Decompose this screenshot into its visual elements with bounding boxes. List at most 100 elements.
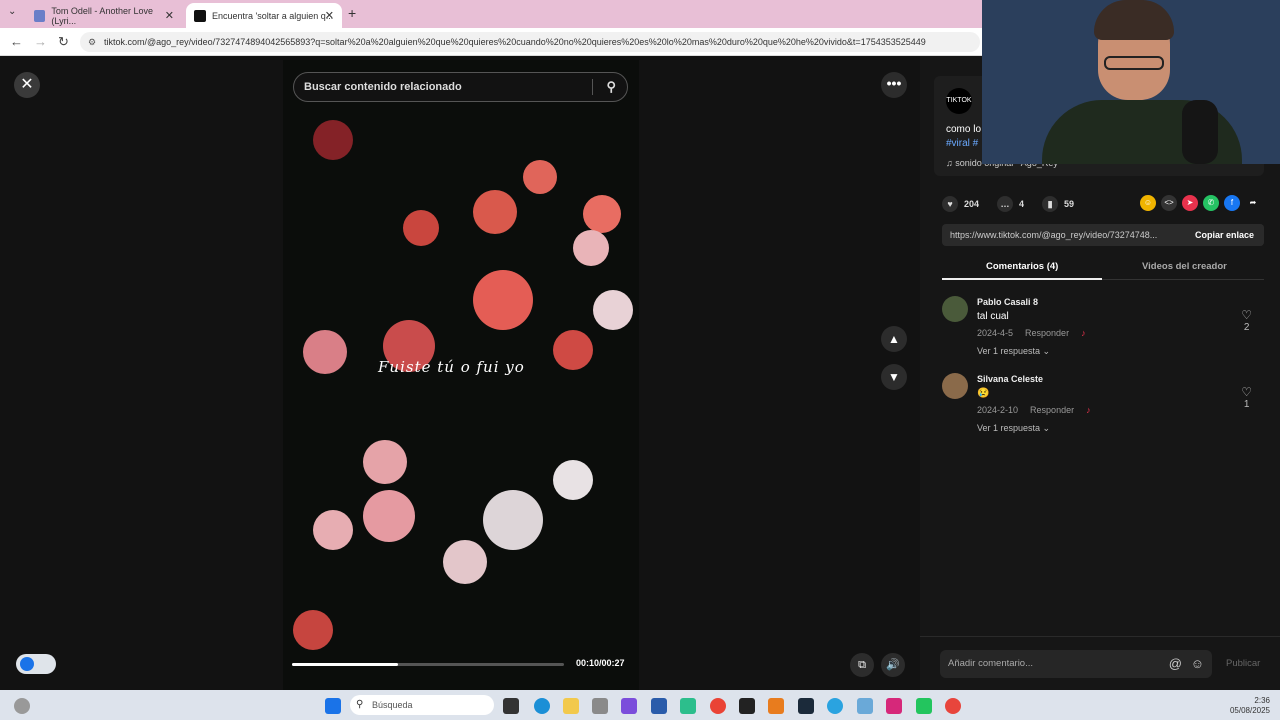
tiktok-favicon-icon — [194, 9, 206, 22]
publish-button[interactable]: Publicar — [1226, 658, 1260, 669]
comment-count: 4 — [1019, 199, 1025, 209]
comment-text: tal cual — [977, 311, 1009, 322]
url-field[interactable]: ⚙ tiktok.com/@ago_rey/video/732747489404… — [80, 32, 980, 52]
telegram-icon[interactable] — [827, 698, 843, 714]
reply-button[interactable]: Responder — [1025, 328, 1069, 338]
embed-icon[interactable]: <> — [1161, 195, 1177, 211]
windows-start-icon[interactable] — [325, 698, 341, 714]
file-explorer-icon[interactable] — [563, 698, 579, 714]
flower-decoration — [553, 460, 593, 500]
chevron-up-icon[interactable]: ▲ — [881, 326, 907, 352]
more-options-icon[interactable]: ••• — [881, 72, 907, 98]
comment-like-count: 1 — [1243, 399, 1250, 410]
send-icon[interactable]: ➤ — [1182, 195, 1198, 211]
tab-close-icon[interactable]: ✕ — [165, 9, 174, 22]
friends-share-icon[interactable]: ☺ — [1140, 195, 1156, 211]
share-link-field[interactable]: https://www.tiktok.com/@ago_rey/video/73… — [942, 224, 1264, 246]
tab-close-icon[interactable]: ✕ — [325, 9, 334, 22]
share-buttons: ☺ <> ➤ ✆ f ➦ — [1140, 195, 1261, 211]
divider — [592, 79, 593, 95]
comment-like-button[interactable]: ♡ 2 — [1241, 308, 1252, 333]
app-icon[interactable] — [916, 698, 932, 714]
search-icon[interactable]: ⚲ — [606, 73, 616, 101]
search-icon: ⚲ — [356, 699, 364, 710]
app-icon[interactable] — [739, 698, 755, 714]
mention-icon[interactable]: @ — [1169, 650, 1182, 678]
avatar[interactable] — [942, 296, 968, 322]
flower-decoration — [473, 270, 533, 330]
flower-decoration — [303, 330, 347, 374]
save-count: 59 — [1064, 199, 1075, 209]
facebook-icon[interactable]: f — [1224, 195, 1240, 211]
webcam-overlay — [982, 0, 1280, 164]
comment-composer: Añadir comentario... @ ☺ Publicar — [920, 636, 1280, 690]
video-stage: ✕ Buscar contenido relacionado ⚲ ••• Fui… — [0, 56, 920, 690]
copy-link-button[interactable]: Copiar enlace — [1184, 224, 1264, 246]
chrome-icon[interactable] — [710, 698, 726, 714]
volume-icon[interactable]: 🔊 — [881, 653, 905, 677]
back-icon[interactable]: ← — [10, 34, 23, 49]
save-button[interactable]: ▮ 59 — [1042, 196, 1074, 212]
reload-icon[interactable]: ↻ — [58, 34, 69, 50]
tab-favicon-icon — [34, 9, 46, 22]
chrome-icon[interactable] — [945, 698, 961, 714]
tab-creator-videos[interactable]: Videos del creador — [1142, 261, 1227, 272]
post-hashtags[interactable]: #viral # — [946, 138, 978, 149]
comment-author[interactable]: Pablo Casali 8 — [977, 297, 1038, 307]
comment-button[interactable]: … 4 — [997, 196, 1024, 212]
forward-icon[interactable]: → — [34, 34, 47, 49]
emoji-icon[interactable]: ☺ — [1191, 650, 1204, 678]
floating-player-icon[interactable]: ⧉ — [850, 653, 874, 677]
view-replies-button[interactable]: Ver 1 respuesta ⌄ — [977, 346, 1050, 357]
view-replies-button[interactable]: Ver 1 respuesta ⌄ — [977, 423, 1050, 434]
flower-decoration — [363, 490, 415, 542]
app-icon[interactable] — [592, 698, 608, 714]
search-related-input[interactable]: Buscar contenido relacionado ⚲ — [293, 72, 628, 102]
close-icon[interactable]: ✕ — [14, 72, 40, 98]
reply-button[interactable]: Responder — [1030, 405, 1074, 415]
weather-icon[interactable] — [14, 698, 30, 714]
clock-time: 2:36 — [1254, 696, 1270, 705]
whatsapp-icon[interactable]: ✆ — [1203, 195, 1219, 211]
view-replies-label: Ver 1 respuesta — [977, 423, 1041, 433]
app-icon[interactable] — [798, 698, 814, 714]
app-icon[interactable] — [768, 698, 784, 714]
site-info-icon[interactable]: ⚙ — [88, 32, 96, 52]
app-icon[interactable] — [680, 698, 696, 714]
edge-icon[interactable] — [534, 698, 550, 714]
chevron-down-icon[interactable]: ▼ — [881, 364, 907, 390]
video-progress-fill — [292, 663, 399, 666]
share-arrow-icon[interactable]: ➦ — [1245, 195, 1261, 211]
app-icon[interactable] — [651, 698, 667, 714]
instagram-icon[interactable] — [886, 698, 902, 714]
browser-tab-2[interactable]: Encuentra 'soltar a alguien q... ✕ — [186, 3, 342, 28]
video-time: 00:10/00:27 — [576, 658, 625, 668]
bookmark-icon: ▮ — [1042, 196, 1059, 212]
avatar[interactable]: TIKTOK — [946, 88, 972, 114]
comment-input[interactable]: Añadir comentario... @ ☺ — [940, 650, 1212, 678]
panel-tabs: Comentarios (4) Videos del creador — [942, 254, 1264, 280]
comment-like-button[interactable]: ♡ 1 — [1241, 385, 1252, 410]
browser-tab-1[interactable]: Tom Odell - Another Love (Lyri... ✕ — [26, 3, 182, 28]
comment-author[interactable]: Silvana Celeste — [977, 374, 1043, 384]
flower-decoration — [483, 490, 543, 550]
app-icon[interactable] — [857, 698, 873, 714]
avatar[interactable] — [942, 373, 968, 399]
flower-decoration — [593, 290, 633, 330]
like-button[interactable]: ♥ 204 — [942, 196, 979, 212]
flower-decoration — [573, 230, 609, 266]
app-icon[interactable] — [621, 698, 637, 714]
video-caption-text: Fuiste tú o fui yo — [378, 358, 525, 376]
flower-decoration — [583, 195, 621, 233]
comment-text: 😢 — [977, 388, 990, 399]
comment-meta: 2024-2-10 Responder ♪ — [977, 405, 1091, 415]
taskbar-search[interactable]: ⚲ Búsqueda — [350, 695, 494, 715]
tab-search-icon[interactable]: ⌄ — [8, 6, 16, 17]
new-tab-icon[interactable]: + — [348, 5, 356, 21]
task-view-icon[interactable] — [503, 698, 519, 714]
toggle-knob — [20, 657, 34, 671]
extension-toggle[interactable] — [16, 654, 56, 674]
system-clock[interactable]: 2:36 05/08/2025 — [1230, 696, 1270, 716]
video-progress-bar[interactable] — [292, 663, 564, 666]
tab-comments[interactable]: Comentarios (4) — [986, 261, 1058, 272]
